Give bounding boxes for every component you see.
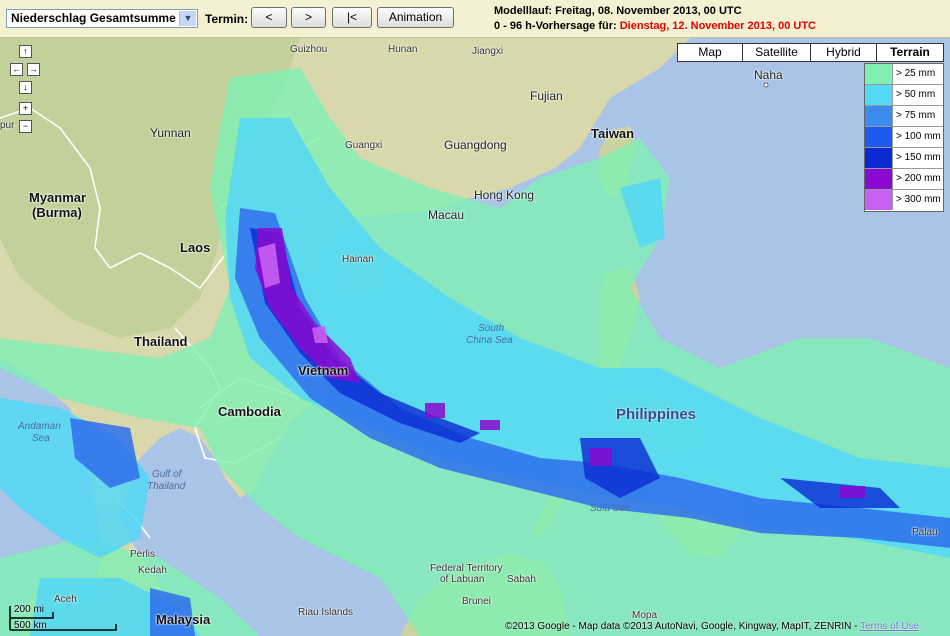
- maptype-hybrid-button[interactable]: Hybrid: [810, 43, 877, 62]
- legend-row: > 75 mm: [865, 106, 943, 127]
- precip-legend: > 25 mm > 50 mm > 75 mm > 100 mm > 150 mm > 2…: [864, 63, 944, 212]
- label-laos: Laos: [180, 240, 211, 255]
- label-labuan-1: Federal Territory: [430, 563, 503, 574]
- pan-left-button[interactable]: ←: [10, 63, 23, 76]
- label-sabah: Sabah: [507, 574, 536, 585]
- label-fujian: Fujian: [530, 89, 563, 103]
- label-south-china-sea-1: South: [478, 323, 505, 334]
- next-button[interactable]: >: [291, 7, 326, 28]
- maptype-terrain-button[interactable]: Terrain: [876, 43, 944, 62]
- label-gulf-1: Gulf of: [152, 469, 182, 480]
- legend-row: > 300 mm: [865, 190, 943, 211]
- legend-row: > 200 mm: [865, 169, 943, 190]
- label-mopa: Mopa: [632, 610, 658, 621]
- chevron-down-icon[interactable]: ▼: [179, 11, 196, 26]
- scale-miles: 200 mi: [14, 604, 45, 615]
- prev-button[interactable]: <: [251, 7, 287, 28]
- termin-label: Termin:: [205, 12, 249, 26]
- product-select[interactable]: Niederschlag Gesamtsumme ▼: [6, 9, 198, 28]
- label-naha: Naha: [754, 68, 783, 82]
- label-south-china-sea-2: China Sea: [466, 335, 513, 346]
- legend-label: > 25 mm: [896, 68, 936, 79]
- legend-swatch: [865, 64, 893, 84]
- label-guizhou: Guizhou: [290, 44, 328, 55]
- forecast-prefix: 0 - 96 h-Vorhersage für:: [494, 20, 617, 32]
- legend-swatch: [865, 148, 893, 168]
- label-pur: pur: [0, 120, 15, 131]
- label-brunei: Brunei: [462, 596, 491, 607]
- legend-label: > 200 mm: [896, 173, 941, 184]
- legend-row: > 150 mm: [865, 148, 943, 169]
- label-macau: Macau: [428, 208, 465, 222]
- label-gulf-2: Thailand: [147, 481, 186, 492]
- legend-swatch: [865, 190, 893, 210]
- legend-row: > 50 mm: [865, 85, 943, 106]
- label-yunnan: Yunnan: [150, 126, 191, 140]
- label-hainan: Hainan: [342, 254, 374, 265]
- toolbar: Niederschlag Gesamtsumme ▼ Termin: < > |…: [0, 0, 950, 38]
- label-thailand: Thailand: [134, 334, 188, 349]
- label-taiwan: Taiwan: [591, 126, 635, 141]
- naha-marker: [763, 82, 769, 88]
- zoom-out-button[interactable]: −: [19, 120, 32, 133]
- label-andaman-2: Sea: [32, 433, 50, 444]
- label-cambodia: Cambodia: [218, 404, 281, 419]
- terms-of-use-link[interactable]: Terms of Use: [860, 621, 919, 632]
- legend-swatch: [865, 85, 893, 105]
- label-malaysia: Malaysia: [156, 612, 211, 627]
- legend-label: > 50 mm: [896, 89, 936, 100]
- maptype-map-button[interactable]: Map: [677, 43, 743, 62]
- legend-label: > 300 mm: [896, 194, 941, 205]
- label-labuan-2: of Labuan: [440, 574, 485, 585]
- label-philippines: Philippines: [616, 406, 697, 423]
- label-riau: Riau Islands: [298, 607, 354, 618]
- copyright-text: ©2013 Google - Map data ©2013 AutoNavi, …: [505, 621, 858, 632]
- pan-down-button[interactable]: ↓: [19, 81, 32, 94]
- legend-label: > 150 mm: [896, 152, 941, 163]
- legend-swatch: [865, 169, 893, 189]
- label-myanmar: Myanmar: [29, 190, 87, 205]
- label-vietnam: Vietnam: [298, 363, 349, 378]
- label-sulu-sea: Sulu Sea: [590, 503, 631, 514]
- legend-label: > 75 mm: [896, 110, 936, 121]
- legend-row: > 25 mm: [865, 64, 943, 85]
- label-guangxi: Guangxi: [345, 140, 383, 151]
- forecast-info: 0 - 96 h-Vorhersage für: Dienstag, 12. N…: [494, 20, 816, 32]
- label-burma: (Burma): [32, 205, 82, 220]
- label-kedah: Kedah: [138, 565, 167, 576]
- animation-button[interactable]: Animation: [377, 7, 454, 28]
- product-select-value: Niederschlag Gesamtsumme: [11, 11, 176, 25]
- label-perlis: Perlis: [130, 549, 156, 560]
- zoom-in-button[interactable]: +: [19, 102, 32, 115]
- label-andaman-1: Andaman: [18, 421, 61, 432]
- legend-label: > 100 mm: [896, 131, 941, 142]
- label-hunan: Hunan: [388, 44, 418, 55]
- model-run-info: Modelllauf: Freitag, 08. November 2013, …: [494, 5, 742, 17]
- map-copyright: ©2013 Google - Map data ©2013 AutoNavi, …: [505, 621, 919, 632]
- legend-swatch: [865, 127, 893, 147]
- label-hongkong: Hong Kong: [474, 188, 535, 202]
- legend-swatch: [865, 106, 893, 126]
- label-palau: Palau: [912, 527, 938, 538]
- pan-up-button[interactable]: ↑: [19, 45, 32, 58]
- pan-right-button[interactable]: →: [27, 63, 40, 76]
- map-canvas[interactable]: Guizhou Hunan Jiangxi Fujian Yunnan Guan…: [0, 38, 950, 636]
- label-guangdong: Guangdong: [444, 138, 507, 152]
- legend-row: > 100 mm: [865, 127, 943, 148]
- maptype-satellite-button[interactable]: Satellite: [742, 43, 811, 62]
- first-button[interactable]: |<: [332, 7, 372, 28]
- scale-km: 500 km: [14, 620, 47, 631]
- forecast-date: Dienstag, 12. November 2013, 00 UTC: [619, 20, 816, 32]
- label-jiangxi: Jiangxi: [472, 46, 504, 57]
- map-scale: 200 mi 500 km: [8, 604, 118, 632]
